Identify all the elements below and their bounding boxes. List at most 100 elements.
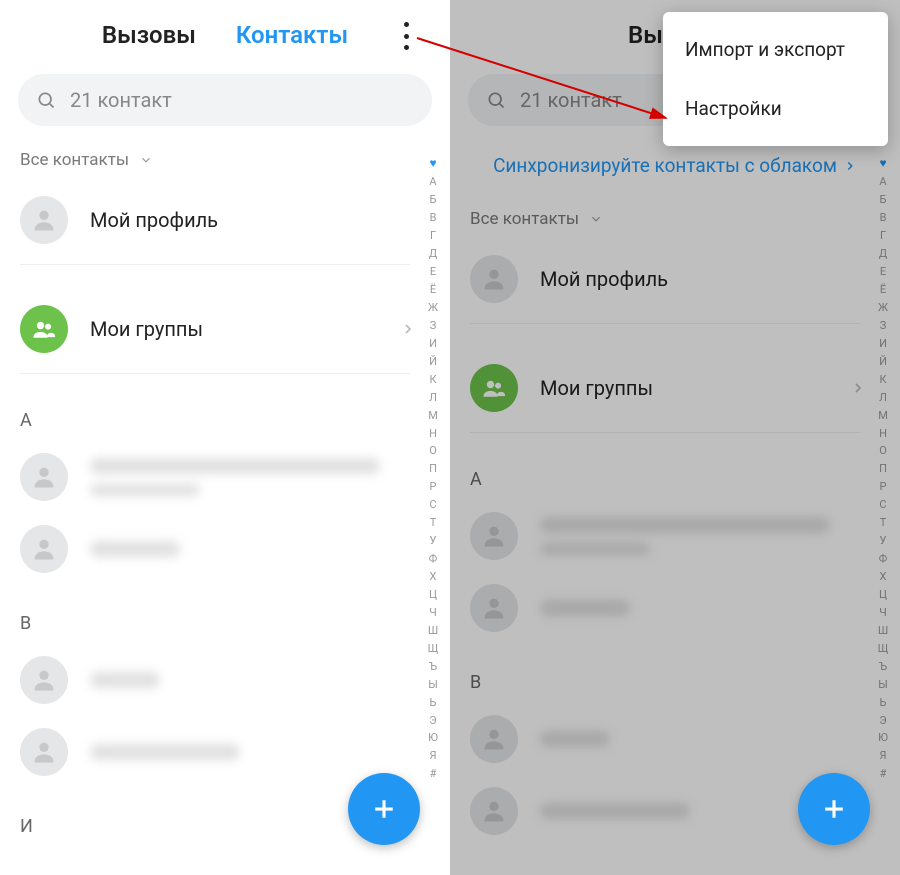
index-letter[interactable]: О bbox=[429, 443, 437, 459]
index-letter[interactable]: Ц bbox=[429, 587, 437, 603]
index-letter[interactable]: Ъ bbox=[879, 659, 887, 675]
my-groups-row[interactable]: Мои группы bbox=[450, 352, 900, 424]
index-letter[interactable]: А bbox=[429, 174, 436, 190]
my-profile-row[interactable]: Мой профиль bbox=[0, 184, 450, 256]
index-letter[interactable]: И bbox=[879, 336, 887, 352]
index-letter[interactable]: Е bbox=[880, 264, 886, 280]
index-letter[interactable]: Ё bbox=[880, 282, 886, 298]
index-letter[interactable]: Т bbox=[880, 515, 887, 531]
index-letter[interactable]: Ь bbox=[880, 695, 887, 711]
index-letter[interactable]: Щ bbox=[428, 641, 439, 657]
blurred-name bbox=[540, 731, 610, 747]
index-letter[interactable]: Н bbox=[879, 426, 887, 442]
more-menu-button[interactable] bbox=[394, 22, 418, 50]
contacts-filter[interactable]: Все контакты bbox=[450, 195, 900, 243]
index-letter[interactable]: Ю bbox=[878, 730, 888, 746]
group-avatar bbox=[470, 364, 518, 412]
index-letter[interactable]: Ф bbox=[429, 551, 438, 567]
pane-left: Вызовы Контакты 21 контакт Все контакты … bbox=[0, 0, 450, 875]
index-letter[interactable]: Ф bbox=[879, 551, 888, 567]
menu-settings[interactable]: Настройки bbox=[663, 79, 888, 138]
search-icon bbox=[486, 90, 506, 110]
index-letter[interactable]: Ж bbox=[878, 300, 888, 316]
add-contact-fab[interactable] bbox=[798, 773, 870, 845]
index-letter[interactable]: А bbox=[879, 174, 886, 190]
index-letter[interactable]: С bbox=[429, 497, 436, 513]
index-letter[interactable]: Е bbox=[430, 264, 436, 280]
index-letter[interactable]: Ч bbox=[429, 605, 437, 621]
section-header: А bbox=[450, 441, 900, 500]
alpha-index[interactable]: ♥ АБВГДЕЁЖЗИЙКЛМНОПРСТУФХЦЧШЩЪЫЬЭЮЯ# bbox=[870, 155, 896, 782]
index-letter[interactable]: Г bbox=[430, 228, 436, 244]
contact-row[interactable] bbox=[450, 703, 900, 775]
index-letter[interactable]: В bbox=[430, 210, 437, 226]
index-letter[interactable]: Д bbox=[879, 246, 887, 262]
index-letter[interactable]: Ь bbox=[430, 695, 437, 711]
index-letter[interactable]: Н bbox=[429, 426, 437, 442]
index-letter[interactable]: Ю bbox=[428, 730, 438, 746]
index-letter[interactable]: Р bbox=[880, 479, 887, 495]
index-letter[interactable]: М bbox=[428, 408, 438, 424]
add-contact-fab[interactable] bbox=[348, 773, 420, 845]
index-letter[interactable]: З bbox=[430, 318, 437, 334]
index-letter[interactable]: В bbox=[880, 210, 887, 226]
index-letter[interactable]: К bbox=[429, 372, 436, 388]
index-letter[interactable]: # bbox=[880, 766, 887, 782]
index-letter[interactable]: У bbox=[880, 533, 887, 549]
index-letter[interactable]: Ы bbox=[428, 677, 438, 693]
search-input[interactable]: 21 контакт bbox=[18, 74, 432, 126]
blurred-name bbox=[90, 541, 180, 557]
index-letter[interactable]: Щ bbox=[878, 641, 889, 657]
index-letter[interactable]: Ё bbox=[430, 282, 436, 298]
index-letter[interactable]: У bbox=[430, 533, 437, 549]
index-letter[interactable]: П bbox=[879, 461, 887, 477]
index-letter[interactable]: Э bbox=[429, 713, 436, 729]
index-letter[interactable]: Б bbox=[430, 192, 437, 208]
index-letter[interactable]: Д bbox=[429, 246, 437, 262]
index-letter[interactable]: Х bbox=[880, 569, 887, 585]
index-letter[interactable]: Э bbox=[879, 713, 886, 729]
index-letter[interactable]: Т bbox=[430, 515, 437, 531]
search-icon bbox=[36, 90, 56, 110]
index-letter[interactable]: О bbox=[879, 443, 887, 459]
my-profile-row[interactable]: Мой профиль bbox=[450, 243, 900, 315]
contacts-filter[interactable]: Все контакты bbox=[0, 136, 450, 184]
my-groups-row[interactable]: Мои группы bbox=[0, 293, 450, 365]
blurred-name bbox=[90, 484, 200, 496]
index-letter[interactable]: Ш bbox=[428, 623, 438, 639]
index-letter[interactable]: Я bbox=[429, 748, 436, 764]
index-letter[interactable]: С bbox=[879, 497, 886, 513]
index-letter[interactable]: Ъ bbox=[429, 659, 437, 675]
tab-calls[interactable]: Вызовы bbox=[102, 21, 196, 49]
tab-contacts[interactable]: Контакты bbox=[236, 21, 348, 49]
contact-row[interactable] bbox=[0, 441, 450, 513]
menu-import-export[interactable]: Импорт и экспорт bbox=[663, 20, 888, 79]
index-letter[interactable]: Й bbox=[429, 354, 437, 370]
index-letter[interactable]: Ш bbox=[878, 623, 888, 639]
index-letter[interactable]: Й bbox=[879, 354, 887, 370]
index-letter[interactable]: И bbox=[429, 336, 437, 352]
contact-row[interactable] bbox=[450, 572, 900, 644]
index-letter[interactable]: # bbox=[430, 766, 437, 782]
index-letter[interactable]: Г bbox=[880, 228, 886, 244]
index-letter[interactable]: М bbox=[878, 408, 888, 424]
index-letter[interactable]: Ч bbox=[879, 605, 887, 621]
index-letter[interactable]: Л bbox=[429, 390, 437, 406]
index-letter[interactable]: Р bbox=[430, 479, 437, 495]
index-letter[interactable]: Х bbox=[430, 569, 437, 585]
contact-row[interactable] bbox=[450, 500, 900, 572]
person-icon bbox=[30, 535, 58, 563]
contact-row[interactable] bbox=[0, 644, 450, 716]
index-letter[interactable]: П bbox=[429, 461, 437, 477]
index-letter[interactable]: Л bbox=[879, 390, 887, 406]
index-letter[interactable]: Ц bbox=[879, 587, 887, 603]
index-letter[interactable]: З bbox=[880, 318, 887, 334]
index-letter[interactable]: Я bbox=[879, 748, 886, 764]
index-letter[interactable]: Б bbox=[880, 192, 887, 208]
index-letter[interactable]: Ж bbox=[428, 300, 438, 316]
index-letter[interactable]: К bbox=[879, 372, 886, 388]
avatar bbox=[20, 453, 68, 501]
alpha-index[interactable]: ♥ АБВГДЕЁЖЗИЙКЛМНОПРСТУФХЦЧШЩЪЫЬЭЮЯ# bbox=[420, 155, 446, 782]
index-letter[interactable]: Ы bbox=[878, 677, 888, 693]
contact-row[interactable] bbox=[0, 513, 450, 585]
